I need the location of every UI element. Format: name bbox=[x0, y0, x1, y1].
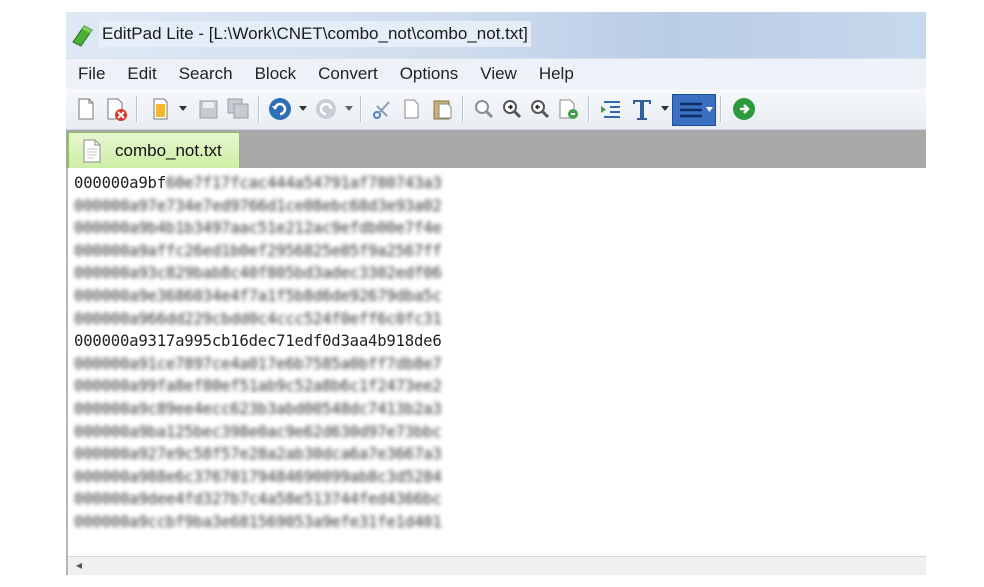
new-file-icon[interactable] bbox=[72, 94, 100, 124]
line-text-blurred: 000000a9c89ee4ecc623b3abd00548dc7413b2a3 bbox=[74, 399, 442, 418]
editor-line: 000000a97e734e7ed9766d1ce08ebc68d3e93a02 bbox=[74, 195, 442, 218]
line-text: 000000a9bf bbox=[74, 174, 166, 192]
text-editor[interactable]: 000000a9bf60e7f17fcac444a54791af780743a3… bbox=[66, 168, 926, 575]
editor-line: 000000a988e6c37670179484690099ab8c3d5284 bbox=[74, 466, 442, 489]
line-text: 000000a9317a995cb16dec71edf0d3aa4b918de6 bbox=[74, 332, 442, 351]
font-icon[interactable] bbox=[628, 94, 656, 124]
editor-line: 000000a99fa8ef80ef51ab9c52a8b6c1f2473ee2 bbox=[74, 375, 442, 398]
menu-convert[interactable]: Convert bbox=[307, 60, 389, 88]
copy-icon[interactable] bbox=[398, 94, 426, 124]
word-wrap-icon[interactable] bbox=[672, 94, 716, 126]
find-next-icon[interactable] bbox=[498, 94, 526, 124]
undo-dropdown-arrow-icon[interactable] bbox=[298, 103, 308, 113]
editpad-window: EditPad Lite - [L:\Work\CNET\combo_not\c… bbox=[66, 12, 926, 575]
find-previous-icon[interactable] bbox=[526, 94, 554, 124]
editor-line: 000000a9dee4fd327b7c4a58e513744fed4366bc bbox=[74, 488, 442, 511]
line-text-blurred: 000000a966dd229cbdd0c4ccc524f0eff6c0fc31 bbox=[74, 309, 442, 328]
menu-edit[interactable]: Edit bbox=[116, 60, 167, 88]
paste-icon[interactable] bbox=[428, 94, 456, 124]
editor-line: 000000a966dd229cbdd0c4ccc524f0eff6c0fc31 bbox=[74, 308, 442, 331]
scroll-left-arrow-icon[interactable]: ◂ bbox=[76, 558, 82, 572]
cut-icon[interactable] bbox=[368, 94, 396, 124]
editor-line: 000000a9e3686034e4f7a1f5b8d6de92679dba5c bbox=[74, 285, 442, 308]
tab-combo-not-txt[interactable]: combo_not.txt bbox=[68, 132, 240, 169]
font-dropdown-arrow-icon[interactable] bbox=[660, 103, 670, 113]
editor-lines: 000000a9bf60e7f17fcac444a54791af780743a3… bbox=[74, 172, 442, 534]
line-text-blurred: 000000a988e6c37670179484690099ab8c3d5284 bbox=[74, 467, 442, 486]
menu-options[interactable]: Options bbox=[389, 60, 470, 88]
line-text-blurred: 000000a927e9c58f57e28a2ab30dca6a7e3667a3 bbox=[74, 445, 442, 464]
text-file-icon bbox=[83, 139, 101, 163]
window-title: EditPad Lite - [L:\Work\CNET\combo_not\c… bbox=[99, 21, 531, 47]
toolbar bbox=[66, 89, 926, 130]
editor-line: 000000a9c89ee4ecc623b3abd00548dc7413b2a3 bbox=[74, 398, 442, 421]
web-icon[interactable] bbox=[730, 94, 758, 124]
open-file-icon[interactable] bbox=[146, 94, 174, 124]
menu-bar: File Edit Search Block Convert Options V… bbox=[66, 58, 926, 89]
line-text-blurred: 60e7f17fcac444a54791af780743a3 bbox=[165, 174, 442, 192]
redo-dropdown-arrow-icon[interactable] bbox=[344, 103, 354, 113]
line-text-blurred: 000000a91ce7897ce4a017e6b7585a0bff7db8e7 bbox=[74, 354, 442, 373]
menu-help[interactable]: Help bbox=[528, 60, 585, 88]
line-text-blurred: 000000a9dee4fd327b7c4a58e513744fed4366bc bbox=[74, 490, 442, 509]
indent-icon[interactable] bbox=[596, 94, 624, 124]
save-all-icon[interactable] bbox=[224, 94, 252, 124]
close-file-icon[interactable] bbox=[102, 94, 130, 124]
line-text-blurred: 000000a97e734e7ed9766d1ce08ebc68d3e93a02 bbox=[74, 196, 442, 215]
line-text-blurred: 000000a93c829bab8c40f805bd3adec3302edf06 bbox=[74, 264, 442, 283]
editor-line: 000000a91ce7897ce4a017e6b7585a0bff7db8e7 bbox=[74, 353, 442, 376]
line-text-blurred: 000000a9ba125bec398e0ac9e62d630d97e73bbc bbox=[74, 422, 442, 441]
editor-line: 000000a927e9c58f57e28a2ab30dca6a7e3667a3 bbox=[74, 443, 442, 466]
editor-line: 000000a9affc26ed1b0ef2956825e05f9a2567ff bbox=[74, 240, 442, 263]
title-bar[interactable]: EditPad Lite - [L:\Work\CNET\combo_not\c… bbox=[66, 12, 926, 58]
search-icon[interactable] bbox=[470, 94, 498, 124]
line-text-blurred: 000000a9e3686034e4f7a1f5b8d6de92679dba5c bbox=[74, 286, 442, 305]
line-text-blurred: 000000a9b4b1b3497aac51e212ac9efdb00e7f4e bbox=[74, 219, 442, 238]
editor-line: 000000a9ccbf9ba3e681569053a9efe31fe1d401 bbox=[74, 511, 442, 534]
editor-line: 000000a9b4b1b3497aac51e212ac9efdb00e7f4e bbox=[74, 217, 442, 240]
replace-icon[interactable] bbox=[554, 94, 582, 124]
editor-line: 000000a9bf60e7f17fcac444a54791af780743a3 bbox=[74, 172, 442, 195]
line-text-blurred: 000000a99fa8ef80ef51ab9c52a8b6c1f2473ee2 bbox=[74, 377, 442, 396]
tab-bar: combo_not.txt bbox=[66, 130, 926, 169]
tab-label: combo_not.txt bbox=[115, 141, 222, 160]
horizontal-scrollbar[interactable]: ◂ bbox=[68, 556, 926, 575]
editor-line: 000000a93c829bab8c40f805bd3adec3302edf06 bbox=[74, 262, 442, 285]
menu-file[interactable]: File bbox=[66, 60, 116, 88]
menu-block[interactable]: Block bbox=[244, 60, 308, 88]
save-icon[interactable] bbox=[194, 94, 222, 124]
editor-line: 000000a9ba125bec398e0ac9e62d630d97e73bbc bbox=[74, 421, 442, 444]
editpad-app-icon bbox=[72, 25, 93, 47]
editor-line: 000000a9317a995cb16dec71edf0d3aa4b918de6 bbox=[74, 330, 442, 353]
menu-view[interactable]: View bbox=[469, 60, 528, 88]
menu-search[interactable]: Search bbox=[168, 60, 244, 88]
open-dropdown-arrow-icon[interactable] bbox=[178, 103, 188, 113]
line-text-blurred: 000000a9ccbf9ba3e681569053a9efe31fe1d401 bbox=[74, 512, 442, 531]
redo-icon[interactable] bbox=[312, 94, 340, 124]
line-text-blurred: 000000a9affc26ed1b0ef2956825e05f9a2567ff bbox=[74, 241, 442, 260]
undo-icon[interactable] bbox=[266, 94, 294, 124]
